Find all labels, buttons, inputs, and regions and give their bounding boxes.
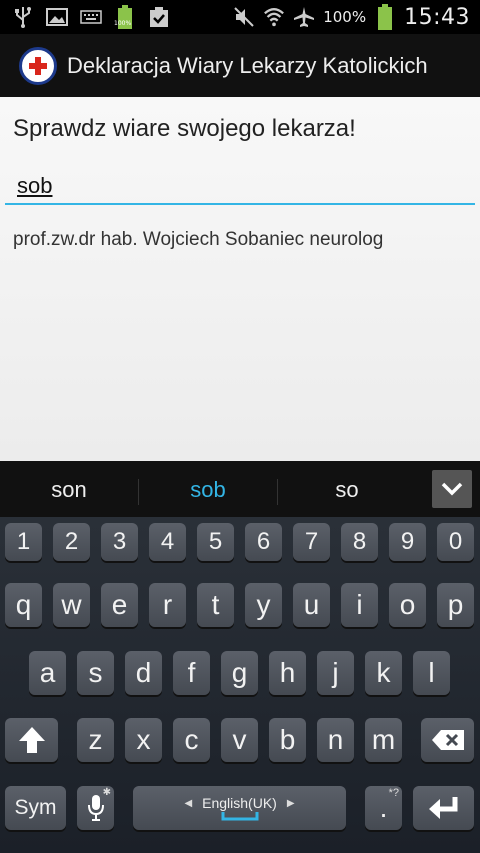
app-bar: Deklaracja Wiary Lekarzy Katolickich [0, 34, 480, 97]
battery-small-icon: 100% [114, 5, 136, 29]
key-4[interactable]: 4 [149, 523, 186, 561]
battery-percent: 100% [323, 8, 367, 26]
key-d[interactable]: d [125, 651, 162, 695]
key-q[interactable]: q [5, 583, 42, 627]
image-icon [46, 6, 68, 28]
key-u[interactable]: u [293, 583, 330, 627]
key-c[interactable]: c [173, 718, 210, 762]
key-9[interactable]: 9 [389, 523, 426, 561]
key-z[interactable]: z [77, 718, 114, 762]
app-title: Deklaracja Wiary Lekarzy Katolickich [67, 52, 428, 78]
clock: 15:43 [404, 4, 470, 30]
clipboard-check-icon [148, 6, 170, 28]
backspace-key[interactable] [421, 718, 474, 762]
battery-icon [374, 4, 396, 30]
mute-icon [233, 6, 255, 28]
enter-key[interactable] [413, 786, 474, 830]
key-1[interactable]: 1 [5, 523, 42, 561]
key-m[interactable]: m [365, 718, 402, 762]
key-n[interactable]: n [317, 718, 354, 762]
app-logo-icon [19, 46, 57, 85]
collapse-suggestions-button[interactable] [432, 470, 472, 508]
key-h[interactable]: h [269, 651, 306, 695]
period-label: . [379, 792, 388, 823]
result-item[interactable]: prof.zw.dr hab. Wojciech Sobaniec neurol… [13, 229, 383, 251]
period-hint: *? [388, 787, 399, 799]
arrow-right-icon: ▶ [286, 797, 295, 809]
key-t[interactable]: t [197, 583, 234, 627]
key-w[interactable]: w [53, 583, 90, 627]
period-key[interactable]: . *? [365, 786, 402, 830]
space-icon [221, 812, 258, 821]
key-e[interactable]: e [101, 583, 138, 627]
search-input[interactable]: sob [5, 165, 475, 205]
key-l[interactable]: l [413, 651, 450, 695]
key-o[interactable]: o [389, 583, 426, 627]
key-j[interactable]: j [317, 651, 354, 695]
backspace-icon [431, 730, 464, 750]
key-8[interactable]: 8 [341, 523, 378, 561]
language-label: English(UK) [202, 795, 277, 811]
arrow-left-icon: ◀ [184, 797, 193, 809]
key-g[interactable]: g [221, 651, 258, 695]
key-6[interactable]: 6 [245, 523, 282, 561]
shift-key[interactable] [5, 718, 58, 762]
shift-icon [18, 727, 45, 753]
airplane-icon [293, 6, 315, 28]
suggestion-so[interactable]: so [278, 461, 416, 517]
key-s[interactable]: s [77, 651, 114, 695]
key-r[interactable]: r [149, 583, 186, 627]
key-p[interactable]: p [437, 583, 474, 627]
key-7[interactable]: 7 [293, 523, 330, 561]
key-a[interactable]: a [29, 651, 66, 695]
status-bar: 100% 100% 15:43 [0, 0, 480, 34]
chevron-down-icon [441, 482, 463, 496]
key-x[interactable]: x [125, 718, 162, 762]
key-y[interactable]: y [245, 583, 282, 627]
wifi-icon [263, 6, 285, 28]
key-5[interactable]: 5 [197, 523, 234, 561]
key-3[interactable]: 3 [101, 523, 138, 561]
key-0[interactable]: 0 [437, 523, 474, 561]
voice-input-key[interactable]: ✱ [77, 786, 114, 830]
key-k[interactable]: k [365, 651, 402, 695]
key-2[interactable]: 2 [53, 523, 90, 561]
main-content: Sprawdz wiare swojego lekarza! sob prof.… [0, 97, 480, 461]
enter-icon [428, 797, 457, 819]
suggestion-sob[interactable]: sob [139, 461, 277, 517]
search-input-value[interactable]: sob [17, 173, 52, 199]
key-b[interactable]: b [269, 718, 306, 762]
key-v[interactable]: v [221, 718, 258, 762]
page-heading: Sprawdz wiare swojego lekarza! [13, 115, 356, 142]
soft-keyboard: 1 2 3 4 5 6 7 8 9 0 q w e r t y u i o p … [0, 517, 480, 853]
settings-gear-icon: ✱ [102, 787, 111, 798]
usb-icon [12, 6, 34, 28]
suggestion-strip: son sob so [0, 461, 480, 517]
keyboard-icon [80, 6, 102, 28]
key-i[interactable]: i [341, 583, 378, 627]
key-f[interactable]: f [173, 651, 210, 695]
space-language-key[interactable]: ◀ English(UK) ▶ [133, 786, 346, 830]
suggestion-son[interactable]: son [0, 461, 138, 517]
sym-key[interactable]: Sym [5, 786, 66, 830]
